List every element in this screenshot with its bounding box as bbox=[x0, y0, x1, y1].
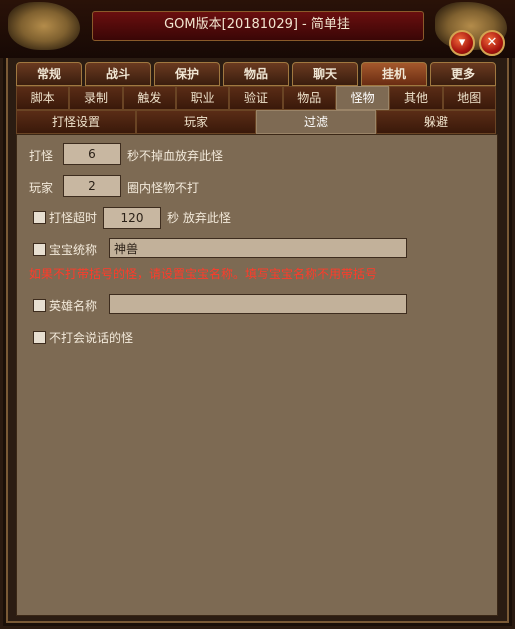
tab-chat[interactable]: 聊天 bbox=[292, 62, 358, 86]
main-tabs: 常规 战斗 保护 物品 聊天 挂机 更多 bbox=[16, 62, 496, 86]
close-icon: ✕ bbox=[486, 35, 498, 50]
tab-verify[interactable]: 验证 bbox=[229, 86, 283, 110]
hero-label: 英雄名称 bbox=[49, 299, 98, 313]
tab-afk[interactable]: 挂机 bbox=[361, 62, 427, 86]
window-title: GOM版本[20181029] - 简单挂 bbox=[164, 17, 350, 32]
fight-seconds-input[interactable]: 6 bbox=[63, 143, 121, 165]
tab-monster[interactable]: 怪物 bbox=[335, 86, 390, 110]
sub-tabs: 脚本 录制 触发 职业 验证 物品 怪物 其他 地图 bbox=[16, 86, 496, 110]
tab-more[interactable]: 更多 bbox=[430, 62, 496, 86]
filter-panel: 打怪 6 秒不掉血放弃此怪 玩家 2 圈内怪物不打 打怪超时 120 秒 放弃此… bbox=[16, 134, 498, 616]
tab-protect[interactable]: 保护 bbox=[154, 62, 220, 86]
close-button[interactable]: ✕ bbox=[479, 30, 505, 56]
minimize-button[interactable]: ▾ bbox=[449, 30, 475, 56]
timeout-checkbox[interactable] bbox=[33, 211, 46, 224]
pet-name-input[interactable]: 神兽 bbox=[109, 238, 407, 258]
tab-script[interactable]: 脚本 bbox=[16, 86, 70, 110]
chevron-down-icon: ▾ bbox=[458, 35, 466, 50]
tab-record[interactable]: 录制 bbox=[69, 86, 123, 110]
fight-label: 打怪 bbox=[29, 149, 54, 163]
player-range-input[interactable]: 2 bbox=[63, 175, 121, 197]
player-label: 玩家 bbox=[29, 181, 54, 195]
no-talk-label: 不打会说话的怪 bbox=[49, 331, 134, 345]
hero-checkbox[interactable] bbox=[33, 299, 46, 312]
tab-items-2[interactable]: 物品 bbox=[282, 86, 336, 110]
dragon-ornament-icon bbox=[8, 2, 80, 50]
no-talk-checkbox[interactable] bbox=[33, 331, 46, 344]
player-suffix: 圈内怪物不打 bbox=[127, 181, 200, 195]
section-tabs: 打怪设置 玩家 过滤 躲避 bbox=[16, 110, 496, 134]
pet-checkbox[interactable] bbox=[33, 243, 46, 256]
tab-map[interactable]: 地图 bbox=[442, 86, 496, 110]
tab-trigger[interactable]: 触发 bbox=[122, 86, 176, 110]
tab-general[interactable]: 常规 bbox=[16, 62, 82, 86]
tab-class[interactable]: 职业 bbox=[175, 86, 230, 110]
tab-other[interactable]: 其他 bbox=[389, 86, 443, 110]
tab-items[interactable]: 物品 bbox=[223, 62, 289, 86]
timeout-suffix: 秒 放弃此怪 bbox=[167, 211, 231, 225]
hero-name-input[interactable] bbox=[109, 294, 407, 314]
tab-fight-settings[interactable]: 打怪设置 bbox=[16, 110, 136, 134]
pet-warning: 如果不打带括号的怪，请设置宝宝名称。填写宝宝名称不用带括号 bbox=[29, 267, 378, 281]
fight-suffix: 秒不掉血放弃此怪 bbox=[127, 149, 224, 163]
timeout-seconds-input[interactable]: 120 bbox=[103, 207, 161, 229]
tab-avoid[interactable]: 躲避 bbox=[376, 110, 496, 134]
pet-label: 宝宝统称 bbox=[49, 243, 98, 257]
tab-player[interactable]: 玩家 bbox=[136, 110, 256, 134]
tab-filter[interactable]: 过滤 bbox=[256, 110, 376, 134]
timeout-label: 打怪超时 bbox=[49, 211, 98, 225]
tab-combat[interactable]: 战斗 bbox=[85, 62, 151, 86]
